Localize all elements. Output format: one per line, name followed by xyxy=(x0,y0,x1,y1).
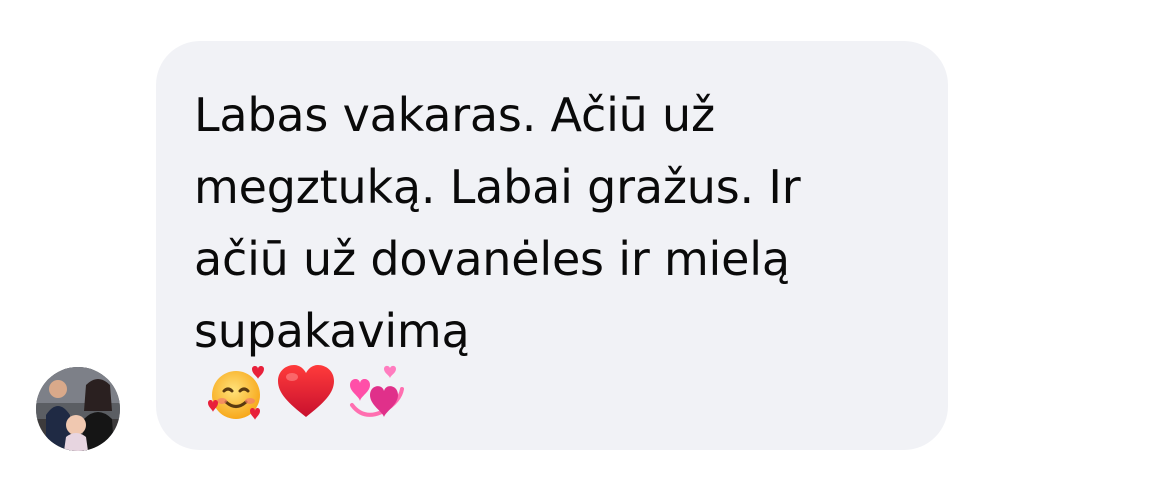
revolving-hearts-icon xyxy=(350,365,404,417)
group-photo-avatar-icon xyxy=(36,367,120,451)
sender-avatar[interactable] xyxy=(36,367,120,451)
emoji-row xyxy=(204,361,908,425)
red-heart-icon xyxy=(278,365,334,417)
message-text: Labas vakaras. Ačiū už megztuką. Labai g… xyxy=(194,88,815,358)
message-bubble[interactable]: Labas vakaras. Ačiū už megztuką. Labai g… xyxy=(156,41,948,450)
smiling-face-with-hearts-icon xyxy=(208,366,264,420)
message-thread: Labas vakaras. Ačiū už megztuką. Labai g… xyxy=(0,0,1170,493)
